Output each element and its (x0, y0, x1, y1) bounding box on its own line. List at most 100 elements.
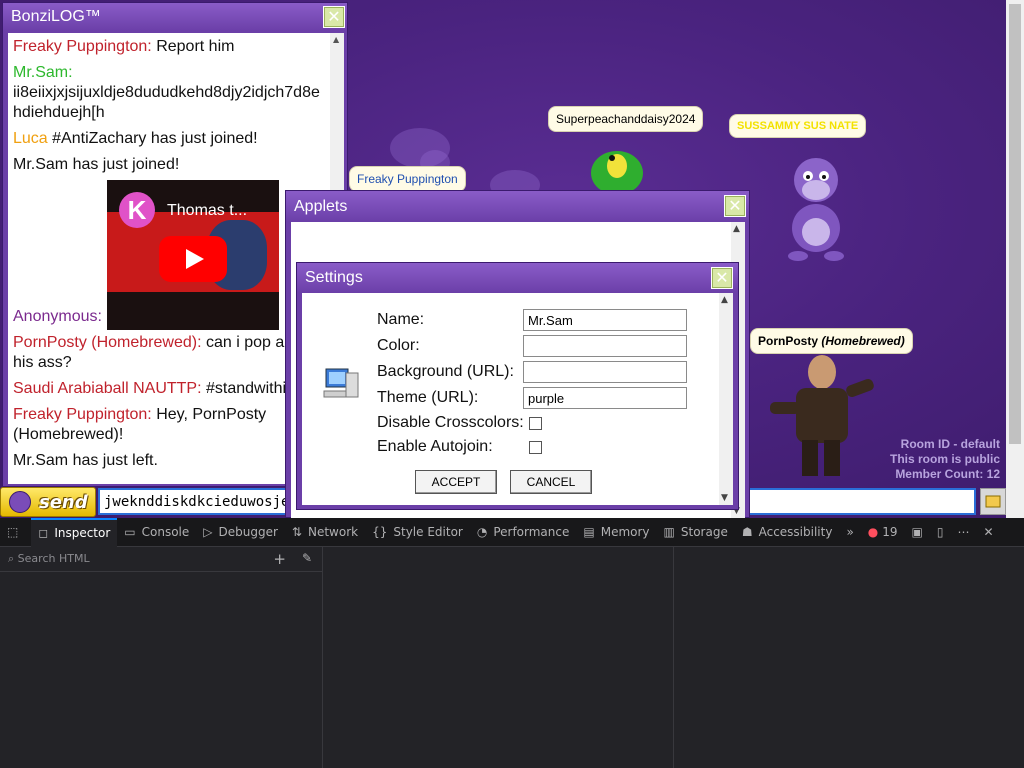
search-icon: ⌕ (8, 552, 18, 565)
log-message: Saudi Arabiaball NAUTTP: #standwithis (13, 379, 325, 399)
bonzilog-title: BonziLOG™ (3, 3, 347, 31)
name-label: Name: (377, 311, 425, 328)
cancel-button[interactable]: CANCEL (510, 470, 592, 494)
dock-button[interactable]: ▣ (905, 518, 930, 547)
devtools-toolbar: ⬚ ◻ Inspector ▭ Console ▷ Debugger ⇅ Network {} S… (0, 517, 1024, 547)
chevron-double-icon: » (846, 525, 854, 539)
add-node-icon[interactable]: + (273, 550, 286, 568)
accept-button[interactable]: ACCEPT (415, 470, 497, 494)
youtube-embed[interactable]: K Thomas t... (107, 180, 279, 330)
background-field[interactable] (523, 361, 687, 383)
settings-scrollbar[interactable]: ▲ ▼ (719, 293, 733, 505)
enable-autojoin-checkbox[interactable] (529, 441, 542, 454)
tab-debugger[interactable]: ▷ Debugger (196, 518, 285, 547)
log-message: PornPosty (Homebrewed): can i pop a on h… (13, 333, 325, 373)
message-author: Saudi Arabiaball NAUTTP: (13, 380, 202, 397)
message-author: Freaky Puppington: (13, 406, 152, 423)
scroll-down-icon[interactable]: ▼ (721, 493, 728, 503)
bonzilog-close-button[interactable]: ✕ (323, 6, 345, 28)
settings-content: Name: Color: Background (URL): Theme (UR… (302, 293, 733, 505)
attach-button[interactable] (980, 488, 1006, 515)
message-text: #AntiZachary has just joined! (47, 130, 258, 147)
play-icon[interactable] (159, 236, 227, 282)
eyedropper-icon[interactable]: ✎ (302, 551, 312, 565)
style-editor-icon: {} (372, 525, 388, 539)
tab-accessibility[interactable]: ☗ Accessibility (735, 518, 840, 547)
close-icon: ✕ (983, 525, 994, 539)
inspector-icon: ◻ (38, 526, 49, 540)
applets-close-button[interactable]: ✕ (724, 195, 746, 217)
bonzi-avatar[interactable] (776, 150, 856, 265)
menu-button[interactable]: ⋯ (951, 518, 977, 547)
dock-icon: ▣ (911, 525, 923, 539)
bubble-text: PornPosty (758, 334, 819, 348)
console-icon: ▭ (124, 525, 136, 539)
tab-label: Console (141, 525, 190, 539)
theme-label: Theme (URL): (377, 389, 479, 406)
enable-autojoin-label: Enable Autojoin: (377, 438, 493, 455)
scroll-up-icon[interactable]: ▲ (733, 224, 740, 234)
tab-inspector[interactable]: ◻ Inspector (31, 517, 118, 547)
scroll-thumb[interactable] (1009, 4, 1021, 444)
log-message: Mr.Sam has just left. (13, 451, 325, 471)
tab-style-editor[interactable]: {} Style Editor (365, 518, 470, 547)
bonzi-face-icon (9, 491, 31, 513)
speech-bubble-pornposty: PornPosty (Homebrewed) (750, 328, 913, 354)
devtools-panel: ⬚ ◻ Inspector ▭ Console ▷ Debugger ⇅ Network {} S… (0, 517, 1024, 768)
performance-icon: ◔ (476, 525, 488, 539)
speech-bubble-freaky: Freaky Puppington (349, 166, 466, 192)
tab-performance[interactable]: ◔ Performance (470, 518, 577, 547)
tab-label: Network (307, 525, 359, 539)
tab-network[interactable]: ⇅ Network (285, 518, 365, 547)
speech-bubble-superpeach: Superpeachanddaisy2024 (548, 106, 704, 132)
error-badge[interactable]: ● 19 (861, 518, 905, 547)
element-picker-icon: ⬚ (7, 525, 19, 539)
name-field[interactable] (523, 309, 687, 331)
scroll-up-icon[interactable]: ▲ (721, 295, 728, 305)
theme-field[interactable] (523, 387, 687, 409)
tab-label: Inspector (54, 526, 111, 540)
parrot-avatar[interactable] (582, 138, 652, 193)
tab-memory[interactable]: ▤ Memory (576, 518, 656, 547)
message-text: Mr.Sam has just left. (13, 452, 158, 469)
speech-bubble-yellow: SUSSAMMY SUS NATE (729, 114, 867, 138)
element-picker-button[interactable]: ⬚ (0, 518, 31, 547)
bubble-text: Superpeachanddaisy2024 (556, 112, 696, 126)
video-title: Thomas t... (167, 202, 248, 219)
bubble-text: Freaky Puppington (357, 172, 458, 186)
error-icon: ● (867, 525, 879, 539)
room-id-label: Room ID - default (900, 437, 1000, 451)
send-label: send (39, 491, 88, 513)
accessibility-icon: ☗ (741, 525, 753, 539)
color-field[interactable] (523, 335, 687, 357)
settings-window: Settings ✕ Name: Color: Background (URL)… (296, 262, 739, 510)
message-text: ii8eiixjxjsijuxldje8dududkehd8djy2idjch7… (13, 84, 320, 121)
message-author: Luca (13, 130, 48, 147)
message-author: PornPosty (Homebrewed): (13, 334, 202, 351)
disable-crosscolors-label: Disable Crosscolors: (377, 414, 524, 431)
message-text: Report him (151, 38, 235, 55)
html-search[interactable]: ⌕ Search HTML + ✎ (0, 547, 322, 572)
tab-label: Storage (680, 525, 728, 539)
settings-title: Settings (297, 263, 738, 293)
responsive-icon: ▯ (936, 525, 944, 539)
tab-storage[interactable]: ▥ Storage (657, 518, 735, 547)
disable-crosscolors-checkbox[interactable] (529, 417, 542, 430)
background-label: Background (URL): (377, 363, 514, 380)
tab-label: Debugger (218, 525, 278, 539)
devtools-close-button[interactable]: ✕ (977, 518, 1001, 547)
scroll-up-icon[interactable]: ▲ (333, 35, 339, 44)
tab-label: Style Editor (393, 525, 463, 539)
settings-close-button[interactable]: ✕ (711, 267, 733, 289)
send-button[interactable]: send (0, 487, 96, 517)
tab-console[interactable]: ▭ Console (117, 518, 196, 547)
responsive-button[interactable]: ▯ (930, 518, 951, 547)
pane-divider (322, 547, 323, 768)
man-avatar[interactable] (760, 352, 890, 482)
page-scrollbar[interactable] (1006, 0, 1024, 518)
bubble-suffix: (Homebrewed) (821, 334, 905, 348)
message-author: Mr.Sam: (13, 64, 73, 81)
more-tabs-button[interactable]: » (839, 518, 860, 547)
devtools-tabs: ◻ Inspector ▭ Console ▷ Debugger ⇅ Network {} Sty… (31, 517, 840, 547)
computer-icon (323, 368, 359, 398)
